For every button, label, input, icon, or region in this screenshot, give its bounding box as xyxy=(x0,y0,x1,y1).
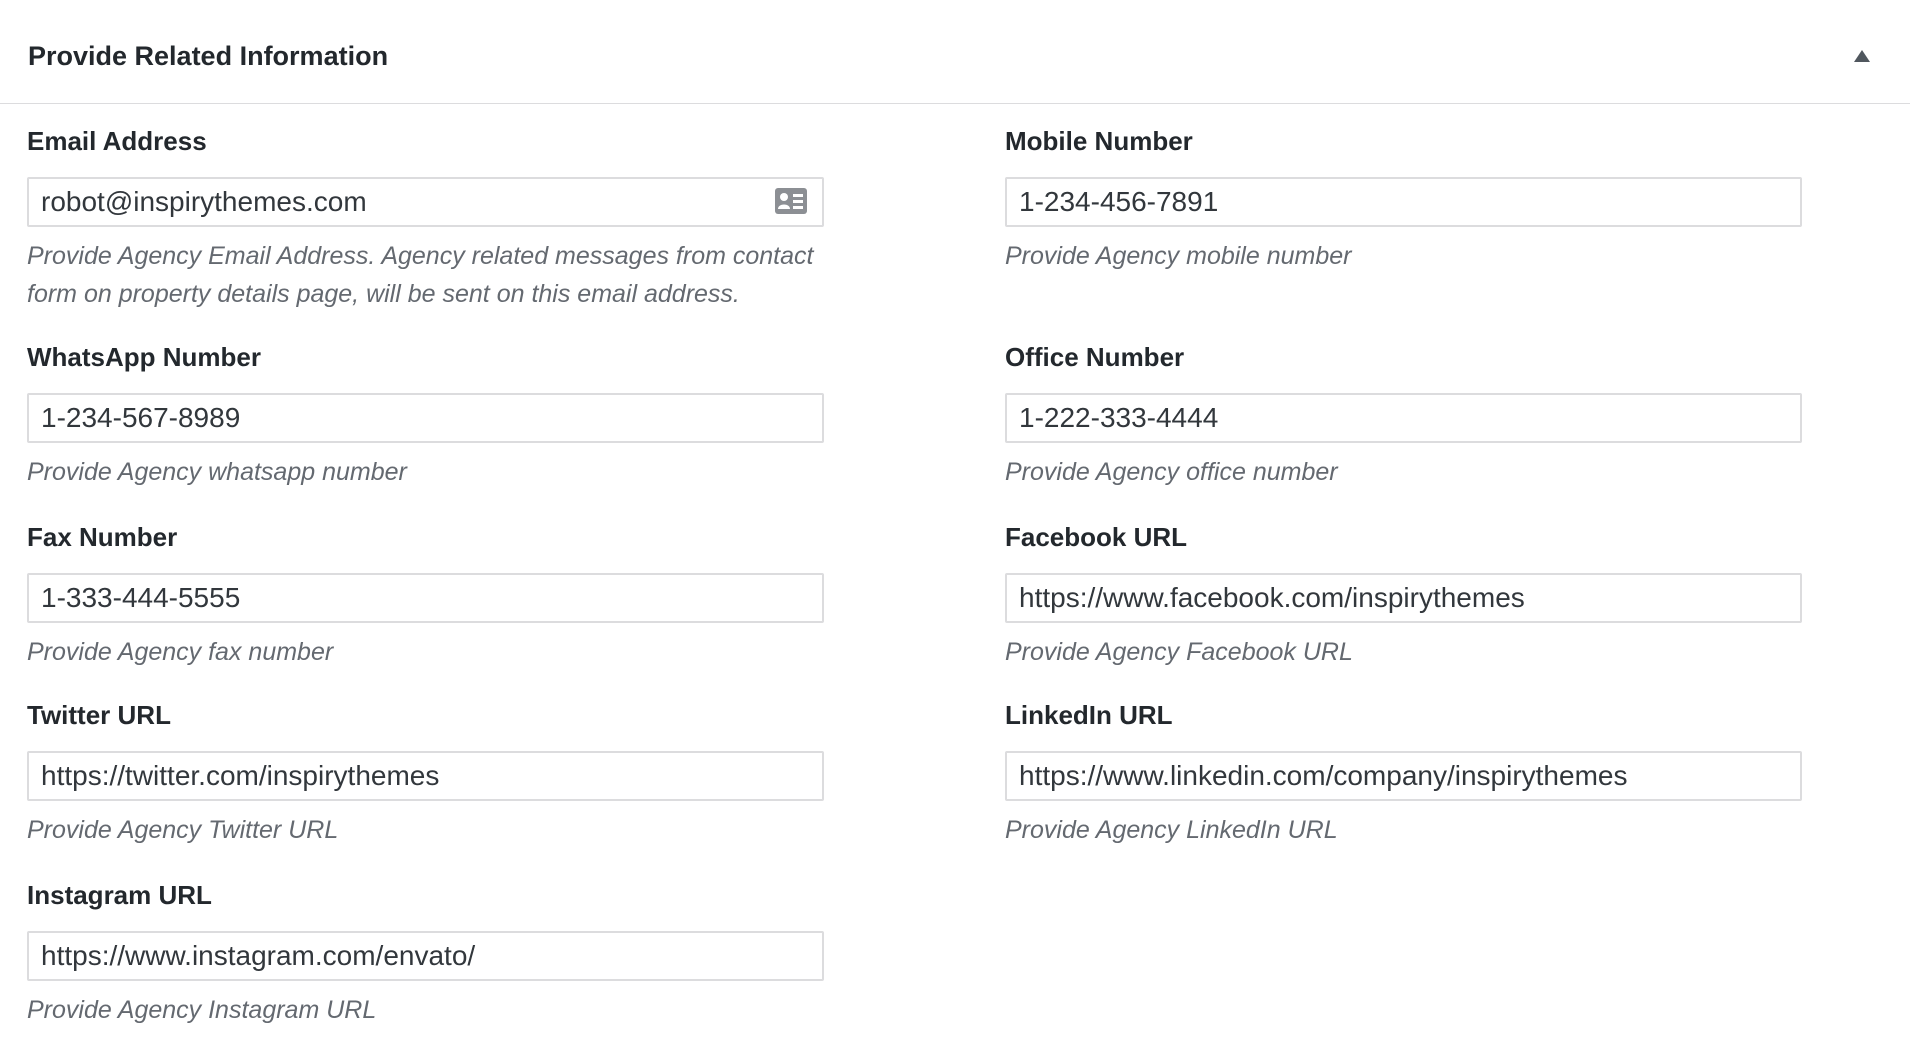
email-description: Provide Agency Email Address. Agency rel… xyxy=(27,242,814,308)
mobile-label: Mobile Number xyxy=(1005,126,1193,156)
mobile-field-group: Mobile Number Provide Agency mobile numb… xyxy=(1005,124,1805,275)
whatsapp-label: WhatsApp Number xyxy=(27,342,261,372)
related-info-panel: Provide Related Information Email Addres… xyxy=(0,0,1910,1046)
twitter-input[interactable] xyxy=(27,751,824,801)
office-label: Office Number xyxy=(1005,342,1185,372)
collapse-toggle-button[interactable] xyxy=(1842,36,1882,76)
office-description: Provide Agency office number xyxy=(1005,458,1338,486)
facebook-field-group: Facebook URL Provide Agency Facebook URL xyxy=(1005,520,1805,671)
twitter-description: Provide Agency Twitter URL xyxy=(27,816,339,844)
instagram-label: Instagram URL xyxy=(27,880,212,910)
email-label: Email Address xyxy=(27,126,207,156)
triangle-up-icon xyxy=(1854,50,1870,62)
fax-label: Fax Number xyxy=(27,522,178,552)
whatsapp-description: Provide Agency whatsapp number xyxy=(27,458,407,486)
linkedin-input[interactable] xyxy=(1005,751,1802,801)
whatsapp-input[interactable] xyxy=(27,393,824,443)
panel-header[interactable]: Provide Related Information xyxy=(0,0,1910,104)
facebook-label: Facebook URL xyxy=(1005,522,1188,552)
panel-title: Provide Related Information xyxy=(28,41,389,71)
office-input[interactable] xyxy=(1005,393,1802,443)
facebook-input[interactable] xyxy=(1005,573,1802,623)
twitter-field-group: Twitter URL Provide Agency Twitter URL xyxy=(27,698,827,849)
fax-description: Provide Agency fax number xyxy=(27,638,334,666)
fax-field-group: Fax Number Provide Agency fax number xyxy=(27,520,827,671)
instagram-input[interactable] xyxy=(27,931,824,981)
facebook-description: Provide Agency Facebook URL xyxy=(1005,638,1353,666)
email-field-group: Email Address Provide Agency Email Addre… xyxy=(27,124,827,313)
contact-card-icon[interactable] xyxy=(775,188,807,214)
whatsapp-field-group: WhatsApp Number Provide Agency whatsapp … xyxy=(27,340,827,491)
linkedin-field-group: LinkedIn URL Provide Agency LinkedIn URL xyxy=(1005,698,1805,849)
linkedin-description: Provide Agency LinkedIn URL xyxy=(1005,816,1338,844)
mobile-input[interactable] xyxy=(1005,177,1802,227)
instagram-field-group: Instagram URL Provide Agency Instagram U… xyxy=(27,878,827,1029)
fax-input[interactable] xyxy=(27,573,824,623)
instagram-description: Provide Agency Instagram URL xyxy=(27,996,377,1024)
office-field-group: Office Number Provide Agency office numb… xyxy=(1005,340,1805,491)
email-input[interactable] xyxy=(27,177,824,227)
mobile-description: Provide Agency mobile number xyxy=(1005,242,1352,270)
twitter-label: Twitter URL xyxy=(27,700,171,730)
linkedin-label: LinkedIn URL xyxy=(1005,700,1173,730)
